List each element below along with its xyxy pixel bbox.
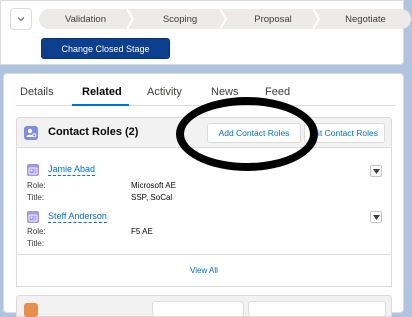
role-value: Microsoft AE <box>131 181 176 190</box>
sales-path: Validation Scoping Proposal Negotiate <box>39 9 411 29</box>
role-label: Role: <box>27 227 46 236</box>
title-value: SSP, SoCal <box>131 193 173 202</box>
contact-icon <box>27 211 39 223</box>
related-action-button[interactable] <box>248 301 386 317</box>
stage-proposal[interactable]: Proposal <box>227 9 319 29</box>
stage-validation[interactable]: Validation <box>39 9 132 29</box>
contact-roles-list: Jamie Abad Role: Microsoft AE Title: SSP… <box>16 147 392 287</box>
collapse-path-button[interactable] <box>10 8 32 30</box>
tab-related[interactable]: Related <box>82 86 122 98</box>
role-label: Role: <box>27 181 46 190</box>
contact-roles-title[interactable]: Contact Roles (2) <box>48 126 138 138</box>
title-label: Title: <box>27 193 45 202</box>
tab-feed[interactable]: Feed <box>265 86 290 98</box>
stage-scoping[interactable]: Scoping <box>134 9 226 29</box>
opportunity-team-icon <box>24 303 38 317</box>
related-action-button[interactable] <box>152 301 244 317</box>
contact-icon <box>27 164 39 176</box>
down-triangle-icon <box>372 168 380 174</box>
chevron-down-icon <box>17 17 25 22</box>
active-tab-indicator <box>72 104 129 106</box>
tab-details[interactable]: Details <box>20 86 54 98</box>
view-all-link[interactable]: View All <box>17 266 391 275</box>
role-value: F5 AE <box>131 227 153 236</box>
path-panel: Validation Scoping Proposal Negotiate Ch… <box>0 0 411 65</box>
tab-activity[interactable]: Activity <box>147 86 182 98</box>
contact-name-link[interactable]: Jamie Abad <box>48 164 96 176</box>
row-actions-button[interactable] <box>370 211 382 223</box>
tab-news[interactable]: News <box>211 86 239 98</box>
contact-roles-icon <box>24 126 38 140</box>
change-closed-stage-button[interactable]: Change Closed Stage <box>41 38 170 59</box>
next-related-list-header <box>16 295 392 317</box>
record-tabs: Details Related Activity News Feed <box>4 74 403 106</box>
stage-label: Validation <box>64 13 107 25</box>
contact-name-link[interactable]: Steff Anderson <box>48 211 107 223</box>
annotation-ellipse <box>176 97 318 171</box>
stage-label: Proposal <box>254 13 292 25</box>
down-triangle-icon <box>372 214 380 220</box>
stage-negotiate[interactable]: Negotiate <box>320 9 411 29</box>
stage-label: Scoping <box>162 13 198 25</box>
title-label: Title: <box>27 239 45 248</box>
list-footer-divider <box>17 254 391 255</box>
row-actions-button[interactable] <box>370 165 382 177</box>
stage-label: Negotiate <box>345 13 386 25</box>
